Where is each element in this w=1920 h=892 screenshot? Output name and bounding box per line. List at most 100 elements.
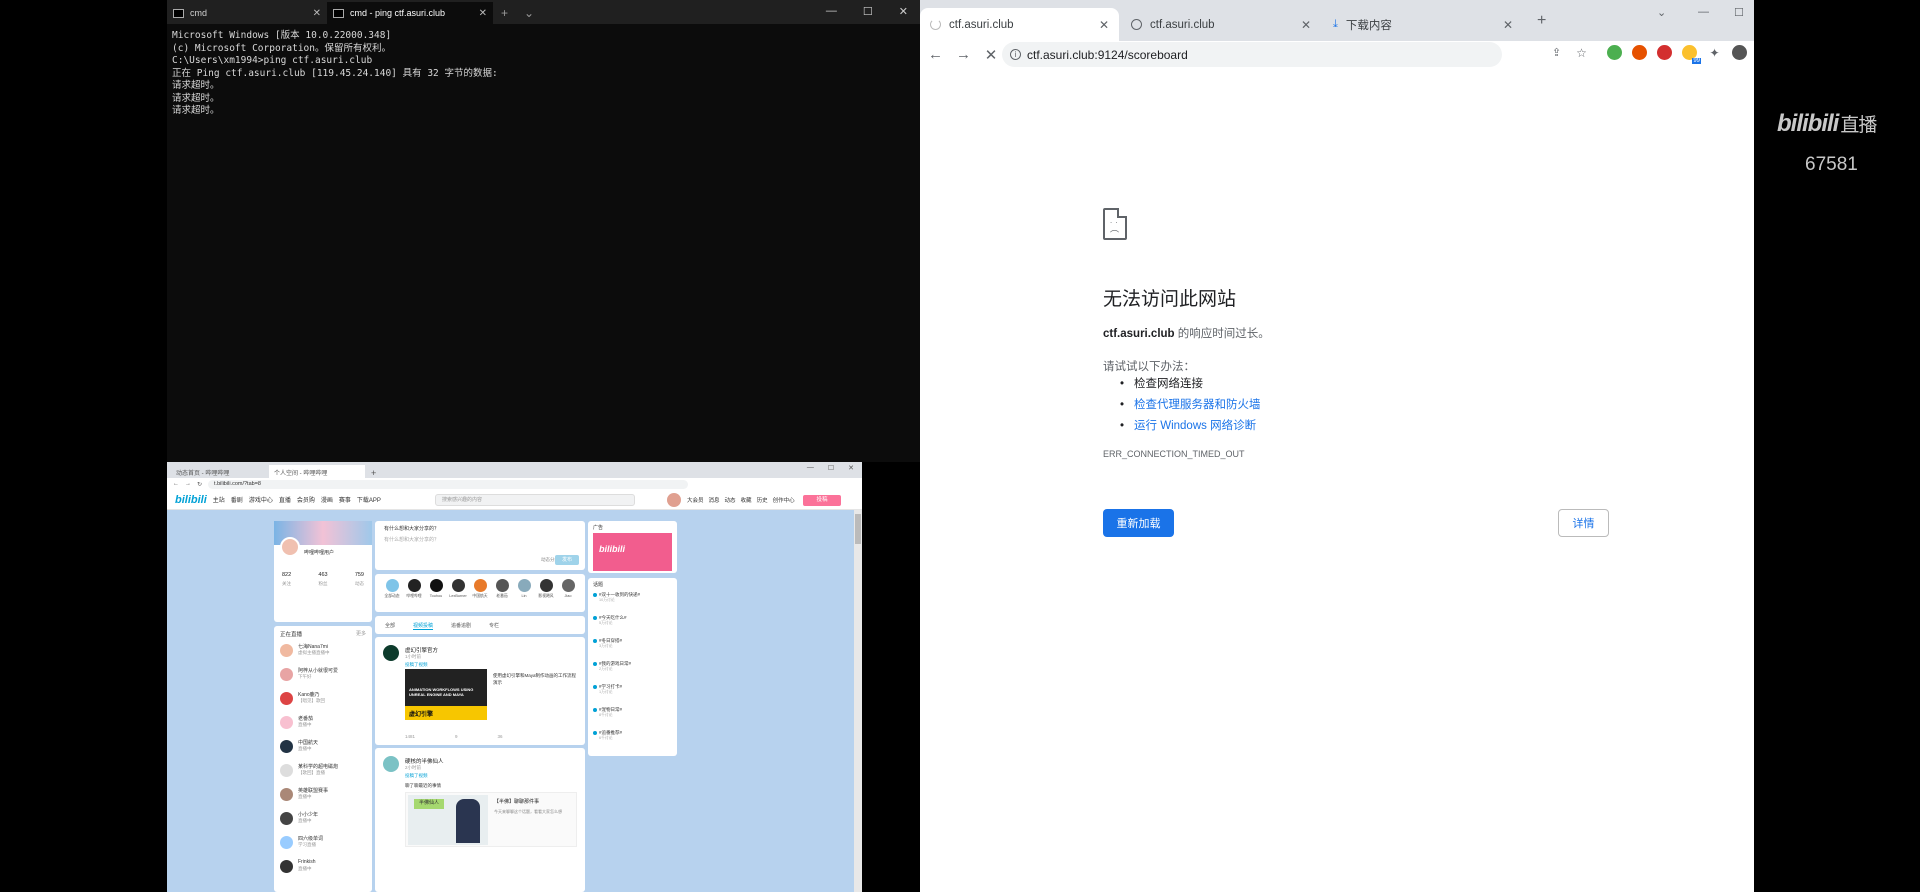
close-button[interactable]: ✕ <box>848 464 854 472</box>
up-item[interactable]: 影视飓风 <box>535 579 557 599</box>
back-arrow-icon[interactable]: ← <box>928 46 943 63</box>
video-thumbnail[interactable]: 半佛仙人 <box>408 795 488 845</box>
nav-item[interactable]: 漫画 <box>321 495 333 504</box>
nav-item[interactable]: 收藏 <box>741 496 752 504</box>
forward-arrow-icon[interactable]: → <box>185 481 191 487</box>
up-item[interactable]: 老番茄 <box>491 579 513 599</box>
feed-tab-active[interactable]: 视频投稿 <box>413 622 434 630</box>
avatar[interactable] <box>407 579 421 592</box>
live-item[interactable]: Kano鹿乃 【唱见】歌回 <box>280 690 368 710</box>
small-tab[interactable]: 动态首页 - 哔哩哔哩 <box>171 465 267 478</box>
live-item[interactable]: 老番茄 直播中 <box>280 714 368 734</box>
maximize-button[interactable]: ☐ <box>1734 6 1744 19</box>
up-item[interactable]: 中国航天 <box>469 579 491 599</box>
stop-loading-icon[interactable]: ✕ <box>984 46 998 64</box>
star-icon[interactable]: ☆ <box>1574 45 1589 60</box>
live-item[interactable]: 阿梓从小就很可爱 下午好 <box>280 666 368 686</box>
minimize-button[interactable]: — <box>1698 6 1709 18</box>
video-card[interactable]: 半佛仙人 【半佛】聊聊那件事 今天来聊聊这个话题，看看大家怎么想 <box>405 792 577 847</box>
chevron-down-icon[interactable]: ⌄ <box>524 6 534 20</box>
topic-item[interactable]: #宠物日常# 8千讨论 <box>593 707 675 718</box>
close-icon[interactable]: ✕ <box>1301 18 1311 32</box>
refresh-icon[interactable]: ↻ <box>197 481 202 488</box>
comment-count[interactable]: 9 <box>455 734 458 739</box>
new-tab-button[interactable]: + <box>1537 12 1546 30</box>
scrollbar-thumb[interactable] <box>855 514 861 544</box>
composer-input[interactable]: 有什么想和大家分享的？ <box>384 536 439 543</box>
avatar[interactable] <box>451 579 465 592</box>
address-bar[interactable]: i ctf.asuri.club:9124/scoreboard <box>1002 42 1502 67</box>
nav-item[interactable]: 消息 <box>709 496 720 504</box>
feed-tab[interactable]: 全部 <box>385 622 395 630</box>
topic-item[interactable]: #冬日穿搭# 3万讨论 <box>593 638 675 649</box>
extension-icon[interactable]: 99 <box>1682 45 1701 64</box>
up-item[interactable]: Lin <box>513 579 535 599</box>
info-icon[interactable]: i <box>1010 49 1021 60</box>
stat-value[interactable]: 759 <box>355 572 364 578</box>
terminal-tab-ping[interactable]: cmd - ping ctf.asuri.club ✕ <box>327 2 493 24</box>
close-icon[interactable]: ✕ <box>313 8 321 19</box>
video-thumbnail[interactable]: ANIMATION WORKFLOWS USING UNREAL ENGINE … <box>405 669 487 720</box>
avatar[interactable] <box>383 645 399 661</box>
nav-item[interactable]: 下载APP <box>357 495 381 504</box>
avatar[interactable] <box>495 579 509 592</box>
ad-banner[interactable]: bilibili <box>593 533 672 571</box>
avatar[interactable] <box>280 860 293 873</box>
extension-icon[interactable] <box>1607 45 1622 60</box>
post-text[interactable]: 聊了聊最近的事情 <box>405 783 441 789</box>
topic-item[interactable]: #双十一收到的快递# 10万讨论 <box>593 592 675 603</box>
feed-tab[interactable]: 专栏 <box>489 622 499 630</box>
up-item[interactable]: Jiao <box>557 579 579 599</box>
nav-item[interactable]: 大会员 <box>687 496 704 504</box>
avatar[interactable] <box>280 836 293 849</box>
nav-item[interactable]: 番剧 <box>231 495 243 504</box>
stat-value[interactable]: 822 <box>282 572 291 578</box>
post-author[interactable]: 硬核的半佛仙人 <box>405 757 444 765</box>
live-item[interactable]: 某科学的超电磁炮 【歌回】直播 <box>280 762 368 782</box>
stat-value[interactable]: 463 <box>318 572 327 578</box>
topic-item[interactable]: #追番推荐# 6千讨论 <box>593 730 675 741</box>
tab-downloads[interactable]: ⤓ 下载内容 ✕ <box>1323 8 1523 41</box>
avatar[interactable] <box>1732 45 1747 60</box>
nav-item[interactable]: 主站 <box>213 495 225 504</box>
avatar[interactable] <box>280 692 293 705</box>
new-tab-button[interactable]: + <box>371 468 376 478</box>
search-input[interactable]: 搜索感兴趣的内容 <box>435 494 635 506</box>
tab-ctf[interactable]: ctf.asuri.club ✕ <box>1121 8 1321 41</box>
minimize-button[interactable]: — <box>807 464 814 472</box>
like-count[interactable]: 36 <box>498 734 503 739</box>
extension-icon[interactable] <box>1632 45 1647 60</box>
small-tab-active[interactable]: 个人空间 - 哔哩哔哩 <box>269 465 365 478</box>
topic-item[interactable]: #我的游戏日常# 2万讨论 <box>593 661 675 672</box>
up-item[interactable]: Touhou <box>425 579 447 599</box>
live-item[interactable]: 七海Nana7mi 虚拟主播直播中 <box>280 642 368 662</box>
live-item[interactable]: 小小少年 直播中 <box>280 810 368 830</box>
live-item[interactable]: Frinkish 直播中 <box>280 858 368 878</box>
chevron-down-icon[interactable]: ⌄ <box>1657 6 1666 19</box>
forward-arrow-icon[interactable]: → <box>956 46 971 63</box>
share-icon[interactable]: ⇪ <box>1549 45 1564 60</box>
terminal-output[interactable]: Microsoft Windows [版本 10.0.22000.348] (c)… <box>167 24 920 124</box>
avatar[interactable] <box>539 579 553 592</box>
avatar[interactable] <box>280 537 300 557</box>
up-item[interactable]: LexBurner <box>447 579 469 599</box>
new-tab-button[interactable]: + <box>501 6 508 20</box>
maximize-button[interactable]: ☐ <box>828 464 834 472</box>
share-count[interactable]: 1481 <box>405 734 415 739</box>
avatar[interactable] <box>280 764 293 777</box>
topic-item[interactable]: #今天吃什么# 5万讨论 <box>593 615 675 626</box>
nav-item[interactable]: 创作中心 <box>773 496 795 504</box>
nav-item[interactable]: 会员购 <box>297 495 315 504</box>
avatar[interactable] <box>561 579 575 592</box>
avatar[interactable] <box>280 644 293 657</box>
avatar[interactable] <box>280 668 293 681</box>
avatar[interactable] <box>383 756 399 772</box>
nav-item[interactable]: 历史 <box>757 496 768 504</box>
video-title[interactable]: 【半佛】聊聊那件事 <box>494 798 539 805</box>
nav-item[interactable]: 游戏中心 <box>249 495 273 504</box>
suggestion-link-diagnostics[interactable]: 运行 Windows 网络诊断 <box>1120 416 1261 437</box>
avatar[interactable] <box>280 716 293 729</box>
adblock-icon[interactable] <box>1657 45 1672 60</box>
avatar[interactable] <box>280 740 293 753</box>
back-arrow-icon[interactable]: ← <box>173 481 179 487</box>
